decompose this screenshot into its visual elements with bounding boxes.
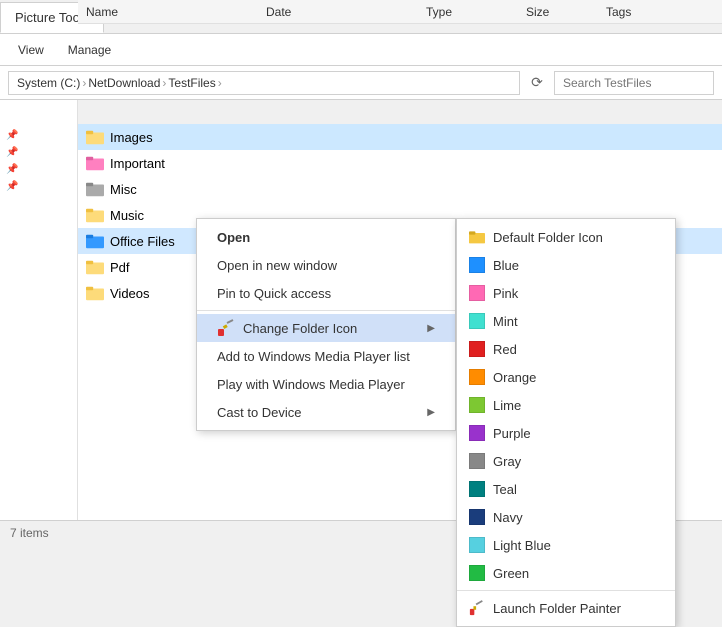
painter-icon xyxy=(469,600,485,616)
folder-icon xyxy=(86,207,104,223)
list-item[interactable]: Images xyxy=(78,124,722,150)
list-item[interactable]: Misc xyxy=(78,176,722,202)
sub-mint[interactable]: Mint xyxy=(457,307,675,335)
sub-orange[interactable]: Orange xyxy=(457,363,675,391)
folder-icon xyxy=(86,259,104,275)
sub-navy[interactable]: Navy xyxy=(457,503,675,531)
blue-swatch xyxy=(469,257,485,273)
folder-icon xyxy=(86,233,104,249)
sub-default-folder[interactable]: Default Folder Icon xyxy=(457,223,675,251)
folder-icon xyxy=(86,285,104,301)
color-submenu: Default Folder Icon Blue Pink Mint Red O… xyxy=(456,218,676,627)
green-swatch xyxy=(469,565,485,581)
folder-icon xyxy=(86,129,104,145)
ctx-change-folder-icon[interactable]: Change Folder Icon ▶ xyxy=(197,314,455,342)
breadcrumb[interactable]: System (C:) › NetDownload › TestFiles › xyxy=(8,71,520,95)
paint-icon xyxy=(217,319,235,337)
sub-red[interactable]: Red xyxy=(457,335,675,363)
folder-icon xyxy=(86,155,104,171)
sub-teal[interactable]: Teal xyxy=(457,475,675,503)
submenu-arrow: ▶ xyxy=(427,323,435,334)
ctx-open-new-window[interactable]: Open in new window xyxy=(197,251,455,279)
red-swatch xyxy=(469,341,485,357)
orange-swatch xyxy=(469,369,485,385)
light-blue-swatch xyxy=(469,537,485,553)
sub-gray[interactable]: Gray xyxy=(457,447,675,475)
col-header-tags[interactable]: Tags xyxy=(606,5,686,19)
purple-swatch xyxy=(469,425,485,441)
sidebar-pin-2: 📌 xyxy=(4,145,77,160)
sidebar: 📌 📌 📌 📌 xyxy=(0,100,78,520)
ctx-cast-device[interactable]: Cast to Device ▶ xyxy=(197,398,455,426)
sidebar-pin-3: 📌 xyxy=(4,162,77,177)
sub-purple[interactable]: Purple xyxy=(457,419,675,447)
ribbon-view[interactable]: View xyxy=(8,39,54,61)
column-headers: Name Date Type Size Tags xyxy=(78,0,722,24)
ctx-pin-quick-access[interactable]: Pin to Quick access xyxy=(197,279,455,307)
cast-arrow: ▶ xyxy=(427,407,435,418)
sub-green[interactable]: Green xyxy=(457,559,675,587)
ribbon: View Manage xyxy=(0,34,722,66)
ctx-add-media-player[interactable]: Add to Windows Media Player list xyxy=(197,342,455,370)
navy-swatch xyxy=(469,509,485,525)
sub-blue[interactable]: Blue xyxy=(457,251,675,279)
sub-lime[interactable]: Lime xyxy=(457,391,675,419)
address-bar: System (C:) › NetDownload › TestFiles › … xyxy=(0,66,722,100)
mint-swatch xyxy=(469,313,485,329)
col-header-name[interactable]: Name xyxy=(86,5,266,19)
main-layout: 📌 📌 📌 📌 SnapFiles Images Important xyxy=(0,100,722,520)
refresh-button[interactable]: ⟳ xyxy=(526,72,548,94)
context-menu: Open Open in new window Pin to Quick acc… xyxy=(196,218,456,431)
col-header-size[interactable]: Size xyxy=(526,5,606,19)
sub-launch-painter[interactable]: Launch Folder Painter xyxy=(457,594,675,622)
ctx-play-media-player[interactable]: Play with Windows Media Player xyxy=(197,370,455,398)
sub-light-blue[interactable]: Light Blue xyxy=(457,531,675,559)
status-text: 7 items xyxy=(10,526,49,540)
col-header-type[interactable]: Type xyxy=(426,5,526,19)
list-item[interactable]: Important xyxy=(78,150,722,176)
folder-default-icon xyxy=(469,230,485,244)
submenu-separator xyxy=(457,590,675,591)
sidebar-pin-up: 📌 xyxy=(4,128,77,143)
ctx-open[interactable]: Open xyxy=(197,223,455,251)
pink-swatch xyxy=(469,285,485,301)
lime-swatch xyxy=(469,397,485,413)
col-header-date[interactable]: Date xyxy=(266,5,426,19)
folder-icon xyxy=(86,181,104,197)
ctx-separator-1 xyxy=(197,310,455,311)
sidebar-pin-4: 📌 xyxy=(4,179,77,194)
sub-pink[interactable]: Pink xyxy=(457,279,675,307)
gray-swatch xyxy=(469,453,485,469)
search-input[interactable] xyxy=(554,71,714,95)
ribbon-manage[interactable]: Manage xyxy=(58,39,121,61)
teal-swatch xyxy=(469,481,485,497)
